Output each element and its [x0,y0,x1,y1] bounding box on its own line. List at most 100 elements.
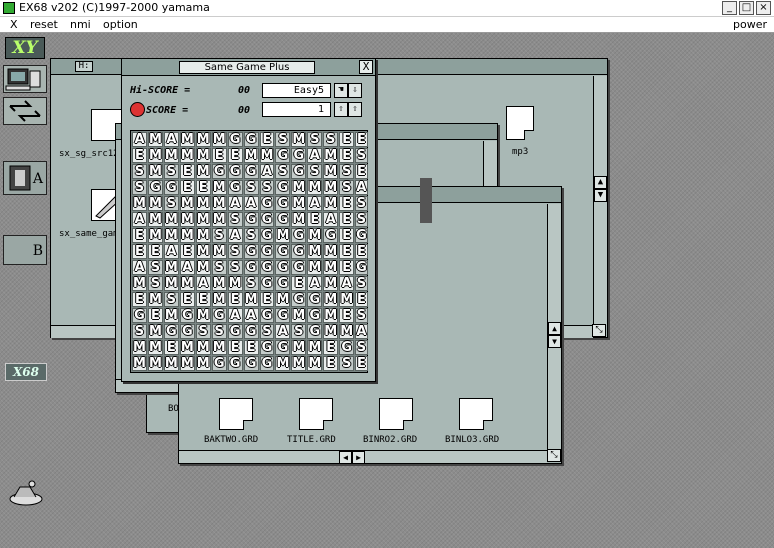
tile[interactable]: S [211,228,227,243]
tile[interactable]: M [291,212,307,227]
tile[interactable]: G [211,308,227,323]
tile[interactable]: G [179,308,195,323]
tile[interactable]: E [259,292,275,307]
tile[interactable]: G [259,212,275,227]
tile[interactable]: M [211,292,227,307]
tile[interactable]: E [355,356,368,371]
tile[interactable]: M [339,324,355,339]
tile[interactable]: S [227,260,243,275]
tile[interactable]: M [291,196,307,211]
tile[interactable]: S [147,260,163,275]
tile[interactable]: E [132,244,147,259]
tile[interactable]: S [339,180,355,195]
tile[interactable]: M [243,292,259,307]
scroll-down-icon[interactable]: ▼ [548,335,561,348]
tile[interactable]: M [275,292,291,307]
tile[interactable]: G [163,180,179,195]
tile[interactable]: G [259,308,275,323]
tile[interactable]: E [243,340,259,355]
resize-icon[interactable]: ⤡ [592,324,606,337]
tile[interactable]: E [227,148,243,163]
tile[interactable]: G [243,356,259,371]
tile[interactable]: S [275,164,291,179]
tile[interactable]: G [275,196,291,211]
minimize-button[interactable]: _ [722,1,737,15]
tile[interactable]: M [163,276,179,291]
tile[interactable]: M [211,340,227,355]
tile[interactable]: E [339,148,355,163]
tile[interactable]: M [163,148,179,163]
tile[interactable]: E [339,132,355,147]
tile[interactable]: G [291,244,307,259]
tile[interactable]: E [339,308,355,323]
tile[interactable]: M [195,132,211,147]
file-label[interactable]: sx_sg_src12 [59,149,119,159]
menu-nmi[interactable]: nmi [70,18,91,31]
tile[interactable]: A [227,228,243,243]
tile[interactable]: M [323,244,339,259]
tile[interactable]: S [195,324,211,339]
file-icon[interactable] [219,398,253,430]
tile[interactable]: E [195,292,211,307]
tile[interactable]: G [211,356,227,371]
tile[interactable]: S [259,324,275,339]
drive-a-icon[interactable]: A [3,161,47,195]
tile[interactable]: S [307,132,323,147]
tile[interactable]: M [147,164,163,179]
tile[interactable]: M [323,148,339,163]
maximize-button[interactable]: □ [739,1,754,15]
tile[interactable]: S [355,148,368,163]
tile[interactable]: M [147,196,163,211]
tile[interactable]: M [323,260,339,275]
tile[interactable]: E [211,148,227,163]
tile[interactable]: M [339,292,355,307]
tile[interactable]: M [227,276,243,291]
tile[interactable]: E [259,132,275,147]
tile[interactable]: G [275,148,291,163]
tile[interactable]: M [307,228,323,243]
tile[interactable]: E [179,292,195,307]
tile[interactable]: E [339,260,355,275]
tile[interactable]: E [179,164,195,179]
game-board[interactable]: AMAMMMGGESMSSEEEMMMMEEMMGGAMESSMSEMGGGAS… [130,130,368,373]
tile[interactable]: G [147,180,163,195]
tile[interactable]: G [275,212,291,227]
tile[interactable]: M [147,356,163,371]
tile[interactable]: M [179,132,195,147]
tile[interactable]: M [307,356,323,371]
tile[interactable]: A [163,244,179,259]
tile[interactable]: E [323,340,339,355]
tile[interactable]: M [211,276,227,291]
tile[interactable]: G [291,148,307,163]
tile[interactable]: G [259,356,275,371]
tile[interactable]: A [227,196,243,211]
tile[interactable]: M [323,164,339,179]
file-label[interactable]: BINRO2.GRD [363,435,417,445]
tile[interactable]: S [355,340,368,355]
tile[interactable]: M [132,196,147,211]
tile[interactable]: G [323,228,339,243]
tile[interactable]: G [259,228,275,243]
tile[interactable]: G [291,260,307,275]
tile[interactable]: M [179,340,195,355]
scroll-left-icon[interactable]: ◀ [339,451,352,464]
tile[interactable]: A [132,132,147,147]
tile[interactable]: E [355,132,368,147]
tile[interactable]: M [179,212,195,227]
vertical-scrollbar[interactable]: ▲ ▼ [547,204,561,450]
tile[interactable]: E [307,212,323,227]
tile[interactable]: S [211,260,227,275]
tile[interactable]: A [132,212,147,227]
tile[interactable]: M [163,356,179,371]
scroll-up-icon[interactable]: ▲ [594,176,607,189]
tile[interactable]: A [355,180,368,195]
tile[interactable]: M [195,148,211,163]
tile[interactable]: G [227,356,243,371]
horizontal-scrollbar[interactable]: ◀ ▶ [179,450,547,464]
tile[interactable]: M [195,212,211,227]
tile[interactable]: G [243,164,259,179]
level-field[interactable]: Easy5 [262,83,331,98]
tile[interactable]: S [291,324,307,339]
tile[interactable]: G [275,308,291,323]
tile[interactable]: M [259,148,275,163]
